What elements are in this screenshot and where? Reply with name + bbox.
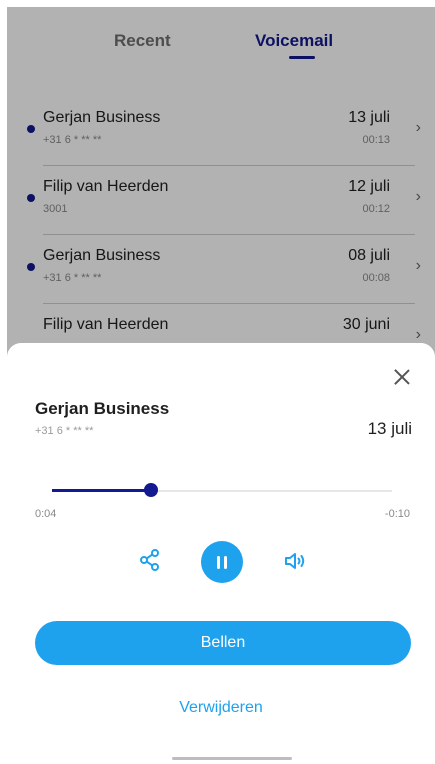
pause-icon [217, 555, 220, 569]
caller-number: +31 6 * ** ** [35, 425, 94, 437]
delete-button[interactable]: Verwijderen [7, 699, 435, 717]
voicemail-player-sheet: Gerjan Business +31 6 * ** ** 13 juli 0:… [7, 343, 435, 764]
remaining-time: -0:10 [384, 508, 410, 520]
speaker-icon[interactable] [283, 549, 309, 573]
call-button[interactable]: Bellen [35, 621, 411, 665]
voicemail-date: 13 juli [367, 419, 412, 438]
playback-scrubber-handle[interactable] [143, 483, 158, 497]
caller-name: Gerjan Business [35, 399, 170, 418]
elapsed-time: 0:04 [35, 508, 57, 520]
home-indicator [172, 757, 292, 760]
pause-button[interactable] [201, 541, 243, 583]
playback-progress [52, 489, 151, 492]
voicemail-screen: Recent Voicemail Gerjan Business +31 6 *… [7, 7, 435, 764]
close-icon[interactable] [391, 367, 413, 389]
share-icon[interactable] [138, 548, 162, 572]
